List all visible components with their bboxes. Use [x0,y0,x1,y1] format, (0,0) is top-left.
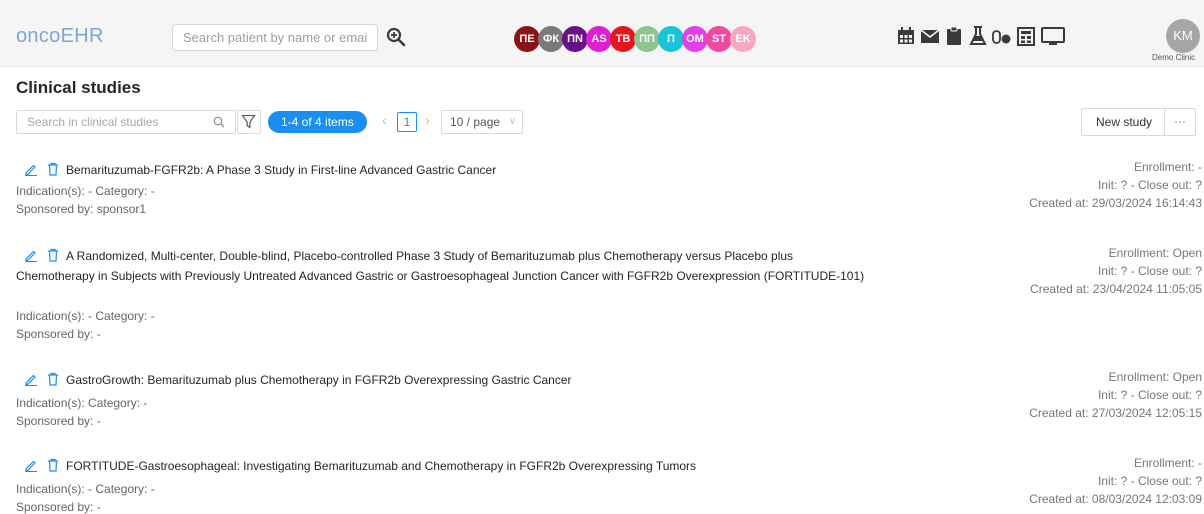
study-title[interactable]: A Randomized, Multi-center, Double-blind… [16,249,864,283]
calculator-icon[interactable] [1016,25,1036,47]
pills-icon[interactable] [992,25,1012,47]
study-title-line: Bemarituzumab-FGFR2b: A Phase 3 Study in… [16,160,866,180]
study-title-line: A Randomized, Multi-center, Double-blind… [16,246,866,286]
patient-bubble[interactable]: ПN [562,26,588,52]
study-sponsor: Sponsored by: - [16,414,101,428]
patient-bubble[interactable]: ПЕ [514,26,540,52]
studies-search-input[interactable] [17,111,207,133]
study-title-line: FORTITUDE-Gastroesophageal: Investigatin… [16,456,866,476]
delete-icon[interactable] [46,248,60,262]
study-indication: Indication(s): - Category: - [16,309,155,323]
pagination-prev[interactable]: ‹ [382,112,387,128]
study-enrollment: Enrollment: Open [1108,246,1202,260]
patient-bubble[interactable]: OM [682,26,708,52]
user-avatar[interactable]: KM [1166,19,1200,53]
study-sponsor: Sponsored by: - [16,327,101,341]
edit-icon[interactable] [24,372,38,386]
edit-icon[interactable] [24,248,38,262]
calendar-icon[interactable] [896,25,916,47]
study-init-close: Init: ? - Close out: ? [1097,178,1202,192]
delete-icon[interactable] [46,162,60,176]
patient-bubble[interactable]: ПП [634,26,660,52]
study-init-close: Init: ? - Close out: ? [1097,474,1202,488]
zoom-in-icon[interactable] [386,27,406,47]
study-status: Enrollment: - Init: ? - Close out: ? Cre… [1029,158,1202,212]
patient-search[interactable] [172,24,378,51]
patient-bubble[interactable]: TB [610,26,636,52]
page-title: Clinical studies [16,78,141,97]
study-enrollment: Enrollment: Open [1108,370,1202,384]
study-status: Enrollment: Open Init: ? - Close out: ? … [1030,244,1202,298]
study-init-close: Init: ? - Close out: ? [1097,388,1202,402]
clipboard-icon[interactable] [944,25,964,47]
delete-icon[interactable] [46,372,60,386]
new-study-button[interactable]: New study [1081,108,1168,136]
study-title[interactable]: FORTITUDE-Gastroesophageal: Investigatin… [66,459,696,473]
patient-bubble[interactable]: EK [730,26,756,52]
patient-bubble[interactable]: ФК [538,26,564,52]
study-title[interactable]: GastroGrowth: Bemarituzumab plus Chemoth… [66,373,572,387]
pagination-page[interactable]: 1 [397,112,417,132]
study-indication: Indication(s): Category: - [16,396,148,410]
study-indication: Indication(s): - Category: - [16,184,155,198]
patient-search-input[interactable] [173,25,377,50]
search-icon[interactable] [213,116,225,128]
edit-icon[interactable] [24,162,38,176]
study-indication: Indication(s): - Category: - [16,482,155,496]
items-count-badge: 1-4 of 4 items [268,111,367,133]
study-status: Enrollment: - Init: ? - Close out: ? Cre… [1029,454,1202,508]
delete-icon[interactable] [46,458,60,472]
study-status: Enrollment: Open Init: ? - Close out: ? … [1029,368,1202,422]
patient-bubble[interactable]: ST [706,26,732,52]
clinic-name: Demo Clinic [1152,53,1196,62]
chevron-down-icon: ∨ [508,116,517,127]
top-bar: oncoEHR ПЕ ФК ПN AS TB ПП П OM ST EK [0,0,1204,67]
monitor-icon[interactable] [1040,25,1066,47]
study-sponsor: Sponsored by: - [16,500,101,514]
study-created: Created at: 29/03/2024 16:14:43 [1029,196,1202,210]
patient-bubble[interactable]: AS [586,26,612,52]
page-size-select[interactable]: 10 / page ∨ [441,110,524,134]
study-sponsor: Sponsored by: sponsor1 [16,202,147,216]
study-init-close: Init: ? - Close out: ? [1097,264,1202,278]
study-title-line: GastroGrowth: Bemarituzumab plus Chemoth… [16,370,866,390]
study-created: Created at: 08/03/2024 12:03:09 [1029,492,1202,506]
study-created: Created at: 27/03/2024 12:05:15 [1029,406,1202,420]
filter-icon [241,114,256,129]
study-title[interactable]: Bemarituzumab-FGFR2b: A Phase 3 Study in… [66,163,496,177]
app-logo[interactable]: oncoEHR [16,25,104,48]
filter-button[interactable] [237,110,261,134]
page-size-value: 10 / page [450,115,501,129]
list-toolbar: 1-4 of 4 items ‹ 1 › 10 / page ∨ New stu… [16,108,1204,136]
study-enrollment: Enrollment: - [1133,456,1202,470]
study-created: Created at: 23/04/2024 11:05:05 [1030,282,1202,296]
study-enrollment: Enrollment: - [1133,160,1202,174]
pagination-next[interactable]: › [425,112,430,128]
edit-icon[interactable] [24,458,38,472]
patient-bubble[interactable]: П [658,26,684,52]
more-options-button[interactable]: ··· [1164,108,1196,136]
mail-icon[interactable] [920,25,940,47]
studies-search[interactable] [16,110,236,134]
flask-icon[interactable] [968,25,988,47]
